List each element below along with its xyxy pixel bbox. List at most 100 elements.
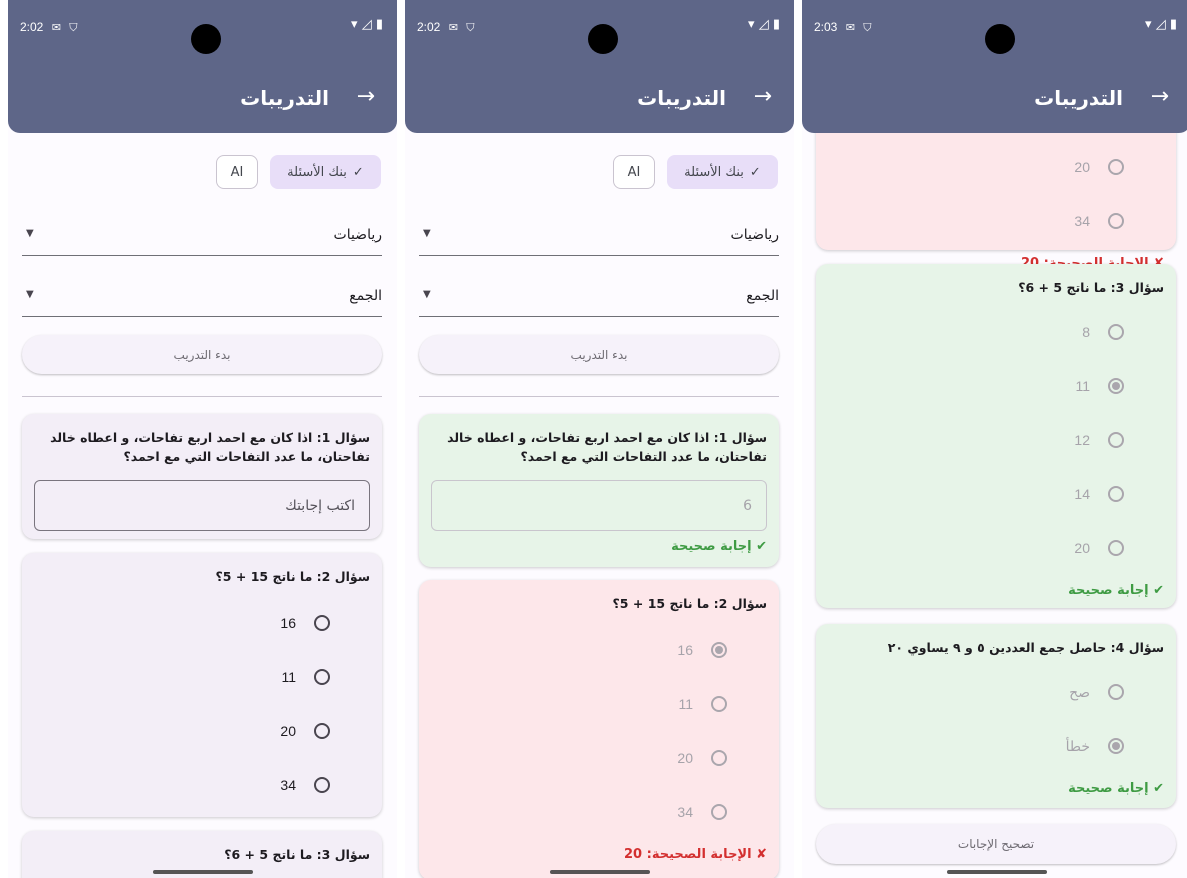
home-indicator[interactable] (947, 870, 1047, 874)
status-bar: 2:03 ✉ ⛉ (814, 20, 872, 35)
feedback-wrong: ✘ الإجابة الصحيحة: 20 (624, 847, 767, 862)
dropdown-arrow-icon: ▼ (26, 228, 34, 239)
divider (419, 396, 779, 397)
dropdown-arrow-icon: ▼ (423, 289, 431, 300)
option-radio[interactable]: 20 (828, 521, 1164, 575)
option-label: خطأ (1065, 737, 1090, 754)
option-radio[interactable]: خطأ (828, 719, 1164, 773)
start-training-button[interactable]: بدء التدريب (419, 335, 779, 374)
topic-dropdown[interactable]: الجمع ▼ (419, 276, 779, 317)
radio-icon[interactable] (1108, 738, 1124, 754)
app-bar: 2:02 ✉ ⛉ ▾ ◿ ▮ التدريبات → (8, 0, 397, 133)
check-icon: ✓ (352, 164, 364, 180)
signal-icon: ◿ (361, 17, 372, 32)
subject-dropdown[interactable]: رياضيات ▼ (419, 215, 779, 256)
mail-icon: ✉ (448, 22, 458, 34)
mail-icon: ✉ (845, 22, 855, 34)
mail-icon: ✉ (51, 22, 61, 34)
option-radio[interactable]: 34 (431, 785, 767, 839)
option-radio[interactable]: 11 (431, 677, 767, 731)
back-arrow-icon[interactable]: → (1151, 84, 1169, 109)
option-label: 20 (1074, 540, 1090, 556)
app-bar: 2:02 ✉ ⛉ ▾ ◿ ▮ التدريبات → (405, 0, 794, 133)
question-text: سؤال 1: اذا كان مع احمد اربع تفاحات، و ا… (447, 430, 767, 464)
home-indicator[interactable] (550, 870, 650, 874)
chip-question-bank[interactable]: ✓ بنك الأسئلة (667, 155, 778, 189)
camera-cutout (191, 24, 221, 54)
radio-icon[interactable] (711, 642, 727, 658)
screen-3: 20 34 ✘ الإجابة الصحيحة: 20 2:03 ✉ ⛉ ▾ ◿… (802, 0, 1187, 878)
question-text: سؤال 1: اذا كان مع احمد اربع تفاحات، و ا… (50, 430, 370, 464)
page-title: التدريبات (637, 86, 726, 110)
option-radio[interactable]: 34 (34, 758, 370, 812)
radio-icon[interactable] (711, 696, 727, 712)
back-arrow-icon[interactable]: → (754, 84, 772, 109)
option-label: 20 (1074, 159, 1090, 175)
question-text: سؤال 2: ما ناتج 15 + 5؟ (215, 569, 370, 584)
radio-icon[interactable] (1108, 324, 1124, 340)
radio-icon[interactable] (1108, 486, 1124, 502)
option-label: 8 (1082, 324, 1090, 340)
question-text: سؤال 3: ما ناتج 5 + 6؟ (1018, 280, 1164, 295)
radio-icon[interactable] (1108, 159, 1124, 175)
radio-icon[interactable] (1108, 378, 1124, 394)
answer-input[interactable]: 6 (431, 480, 767, 531)
option-label: 11 (281, 669, 296, 685)
option-radio[interactable]: 16 (34, 596, 370, 650)
option-label: صح (1069, 683, 1090, 700)
shield-icon: ⛉ (69, 22, 78, 34)
signal-icon: ◿ (758, 17, 769, 32)
option-radio[interactable]: 20 (34, 704, 370, 758)
option-radio[interactable]: 16 (431, 623, 767, 677)
status-bar: 2:02 ✉ ⛉ (20, 20, 78, 35)
option-radio[interactable]: 14 (828, 467, 1164, 521)
option-radio[interactable]: 11 (828, 359, 1164, 413)
wifi-icon: ▾ (748, 17, 755, 32)
topic-dropdown[interactable]: الجمع ▼ (22, 276, 382, 317)
chip-question-bank-label: بنك الأسئلة (287, 164, 347, 180)
frame-gap (0, 0, 8, 878)
answer-input[interactable]: اكتب إجابتك (34, 480, 370, 531)
option-label: 14 (1074, 486, 1090, 502)
frame-gap (397, 0, 405, 878)
radio-icon[interactable] (1108, 684, 1124, 700)
start-training-button[interactable]: بدء التدريب (22, 335, 382, 374)
home-indicator[interactable] (153, 870, 253, 874)
radio-icon[interactable] (314, 669, 330, 685)
option-radio[interactable]: 8 (828, 305, 1164, 359)
dropdown-arrow-icon: ▼ (423, 228, 431, 239)
chip-question-bank[interactable]: ✓ بنك الأسئلة (270, 155, 381, 189)
option-radio[interactable]: صح (828, 665, 1164, 719)
radio-icon[interactable] (314, 777, 330, 793)
battery-icon: ▮ (1169, 17, 1177, 32)
radio-icon[interactable] (711, 750, 727, 766)
subject-dropdown[interactable]: رياضيات ▼ (22, 215, 382, 256)
option-radio[interactable]: 34 (828, 194, 1164, 248)
radio-icon[interactable] (1108, 432, 1124, 448)
option-radio[interactable]: 20 (828, 140, 1164, 194)
check-icon: ✓ (749, 164, 761, 180)
option-radio[interactable]: 12 (828, 413, 1164, 467)
feedback-correct: ✔ إجابة صحيحة (1068, 781, 1164, 796)
signal-icon: ◿ (1155, 17, 1166, 32)
radio-icon[interactable] (1108, 213, 1124, 229)
question-card-1: سؤال 1: اذا كان مع احمد اربع تفاحات، و ا… (22, 414, 382, 539)
option-label: 20 (280, 723, 296, 739)
radio-icon[interactable] (1108, 540, 1124, 556)
option-label: 34 (280, 777, 296, 793)
radio-icon[interactable] (314, 615, 330, 631)
correct-answers-button[interactable]: تصحيح الإجابات (816, 824, 1176, 864)
back-arrow-icon[interactable]: → (357, 84, 375, 109)
chip-ai[interactable]: AI (216, 155, 258, 189)
camera-cutout (985, 24, 1015, 54)
chip-ai[interactable]: AI (613, 155, 655, 189)
wifi-icon: ▾ (351, 17, 358, 32)
option-label: 11 (678, 696, 693, 712)
question-card-2: سؤال 2: ما ناتج 15 + 5؟ 16 11 20 34 (22, 553, 382, 817)
radio-icon[interactable] (314, 723, 330, 739)
shield-icon: ⛉ (466, 22, 475, 34)
option-radio[interactable]: 11 (34, 650, 370, 704)
radio-icon[interactable] (711, 804, 727, 820)
status-time: 2:02 (417, 20, 441, 34)
option-radio[interactable]: 20 (431, 731, 767, 785)
